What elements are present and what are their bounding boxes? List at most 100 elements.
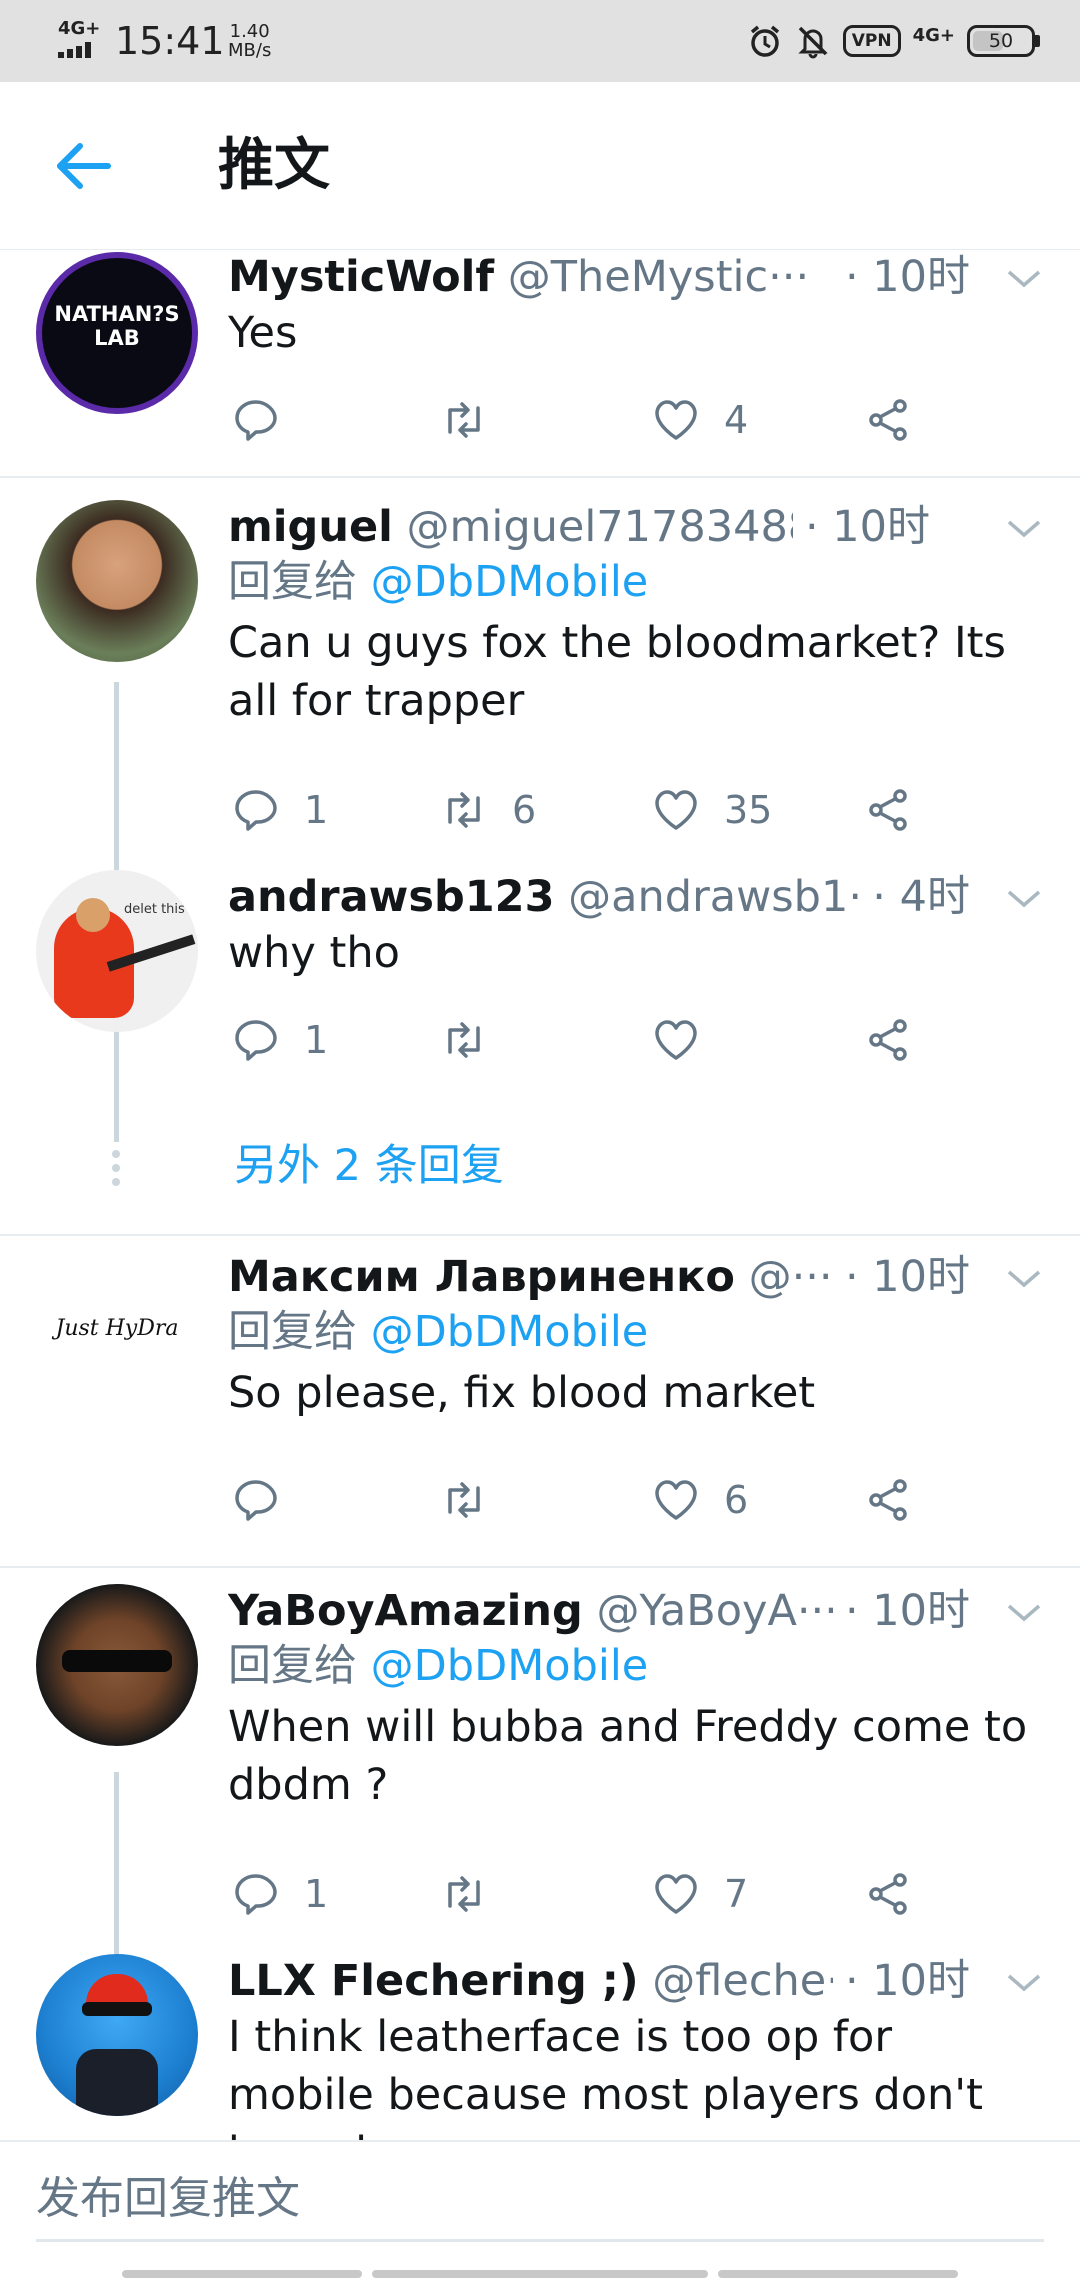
user-handle[interactable]: @miguel71783488 [407, 502, 816, 552]
retweet-count: 6 [512, 788, 537, 832]
vpn-icon: VPN [842, 25, 901, 57]
chevron-down-icon[interactable] [1004, 870, 1044, 924]
avatar-caption: delet this [124, 902, 185, 917]
reply-compose-input[interactable]: 发布回复推文 [36, 2164, 1044, 2242]
reply-button[interactable] [232, 390, 304, 450]
chevron-down-icon[interactable] [1004, 1954, 1044, 2008]
share-icon [869, 1479, 907, 1521]
heart-icon [655, 1480, 697, 1520]
tweet-miguel[interactable]: miguel @miguel71783488 · 10时 回复给 @DbDMob… [0, 500, 1080, 870]
reply-icon [235, 1874, 277, 1915]
avatar[interactable]: NATHAN?S LAB [36, 252, 198, 414]
reply-prefix: 回复给 [228, 1641, 357, 1691]
reply-to-link[interactable]: @DbDMobile [371, 557, 649, 607]
status-time: 15:41 [115, 19, 225, 63]
network-type-2: 4G+ [912, 25, 955, 46]
retweet-button[interactable] [440, 1470, 512, 1530]
reply-prefix: 回复给 [228, 557, 357, 607]
reply-count: 1 [304, 788, 329, 832]
share-button[interactable] [864, 1010, 912, 1070]
reply-to-link[interactable]: @DbDMobile [371, 1307, 649, 1357]
avatar[interactable]: delet this [36, 870, 198, 1032]
user-name[interactable]: YaBoyAmazing [228, 1586, 583, 1636]
battery-level: 50 [988, 30, 1014, 52]
like-button[interactable]: 4 [652, 390, 748, 450]
reply-to-link[interactable]: @DbDMobile [371, 1641, 649, 1691]
status-bar: 4G+ 15:41 1.40 MB/s VPN 4G+ 50 [0, 0, 1080, 82]
share-button[interactable] [864, 1864, 912, 1924]
share-button[interactable] [864, 1470, 912, 1530]
like-button[interactable]: 35 [652, 780, 772, 840]
retweet-button[interactable]: 6 [440, 780, 536, 840]
tweet-header: YaBoyAmazing @YaBoyA··· [228, 1584, 930, 1638]
tweet-mysticwolf[interactable]: NATHAN?S LAB MysticWolf @TheMystic··· · … [0, 250, 1080, 480]
avatar-logo-line2: LAB [94, 326, 140, 350]
signal-strength-icon [58, 42, 98, 58]
avatar[interactable]: Just HyDra [36, 1250, 198, 1412]
tweet-actions: 1 7 [228, 1864, 948, 1924]
retweet-button[interactable] [440, 1010, 512, 1070]
avatar[interactable] [36, 1584, 198, 1746]
reply-icon [235, 790, 277, 831]
chevron-down-icon[interactable] [1004, 250, 1044, 304]
nav-handle [372, 2270, 708, 2278]
tweet-andrawsb123[interactable]: delet this andrawsb123 @andrawsb1··· · 4… [0, 870, 1080, 1070]
speed-value: 1.40 [229, 21, 270, 42]
tweet-yaboyamazing[interactable]: YaBoyAmazing @YaBoyA··· · 10时 回复给 @DbDMo… [0, 1584, 1080, 1954]
share-button[interactable] [864, 390, 912, 450]
like-count: 35 [724, 788, 773, 832]
tweet-llx-flechering[interactable]: LLX Flechering ;) @fleche··· · 10时 I thi… [0, 1954, 1080, 2140]
more-replies-link[interactable]: 另外 2 条回复 [234, 1138, 504, 1194]
user-name[interactable]: LLX Flechering ;) [228, 1956, 639, 2006]
user-name[interactable]: MysticWolf [228, 252, 494, 302]
avatar[interactable] [36, 500, 198, 662]
reply-button[interactable] [232, 1470, 304, 1530]
tweet-time: · 4时 [860, 870, 970, 924]
app-header: 推文 [0, 82, 1080, 250]
tweet-feed[interactable]: NATHAN?S LAB MysticWolf @TheMystic··· · … [0, 250, 1080, 2140]
tweet-maksim[interactable]: Just HyDra Максим Лавриненко @··· · 10时 … [0, 1250, 1080, 1570]
share-button[interactable] [864, 780, 912, 840]
tweet-header: MysticWolf @TheMystic··· [228, 250, 930, 304]
user-name[interactable]: Максим Лавриненко [228, 1252, 735, 1302]
retweet-button[interactable] [440, 1864, 512, 1924]
alarm-icon [750, 25, 779, 57]
more-dots [110, 1150, 122, 1192]
user-handle[interactable]: @··· [749, 1252, 833, 1302]
retweet-button[interactable] [440, 390, 512, 450]
reply-count: 1 [304, 1872, 329, 1916]
reply-button[interactable]: 1 [232, 1010, 328, 1070]
reply-context: 回复给 @DbDMobile [228, 554, 648, 610]
heart-icon [655, 1874, 697, 1914]
chevron-down-icon[interactable] [1004, 1250, 1044, 1304]
retweet-icon [448, 1482, 480, 1518]
tweet-text: When will bubba and Freddy come to dbdm … [228, 1702, 1028, 1810]
user-handle[interactable]: @TheMystic··· [508, 252, 809, 302]
user-name[interactable]: miguel [228, 502, 393, 552]
user-handle[interactable]: @andrawsb1··· [568, 872, 889, 922]
user-handle[interactable]: @YaBoyA··· [597, 1586, 838, 1636]
like-button[interactable]: 6 [652, 1470, 748, 1530]
tweet-actions: 1 [228, 1010, 948, 1070]
heart-icon [655, 1020, 697, 1060]
reply-count: 1 [304, 1018, 329, 1062]
reply-button[interactable]: 1 [232, 780, 328, 840]
like-button[interactable] [652, 1010, 724, 1070]
user-name[interactable]: andrawsb123 [228, 872, 555, 922]
reply-icon [235, 1020, 277, 1061]
arrow-left-icon[interactable] [52, 134, 116, 198]
page-title: 推文 [218, 133, 330, 198]
chevron-down-icon[interactable] [1004, 500, 1044, 554]
network-type: 4G+ [58, 18, 101, 39]
retweet-icon [448, 402, 480, 438]
tweet-header: LLX Flechering ;) @fleche··· [228, 1954, 930, 2008]
share-icon [869, 399, 907, 441]
like-count: 7 [724, 1872, 749, 1916]
divider [0, 1566, 1080, 1568]
avatar[interactable] [36, 1954, 198, 2116]
chevron-down-icon[interactable] [1004, 1584, 1044, 1638]
reply-button[interactable]: 1 [232, 1864, 328, 1924]
like-button[interactable]: 7 [652, 1864, 748, 1924]
share-icon [869, 789, 907, 831]
like-count: 6 [724, 1478, 749, 1522]
